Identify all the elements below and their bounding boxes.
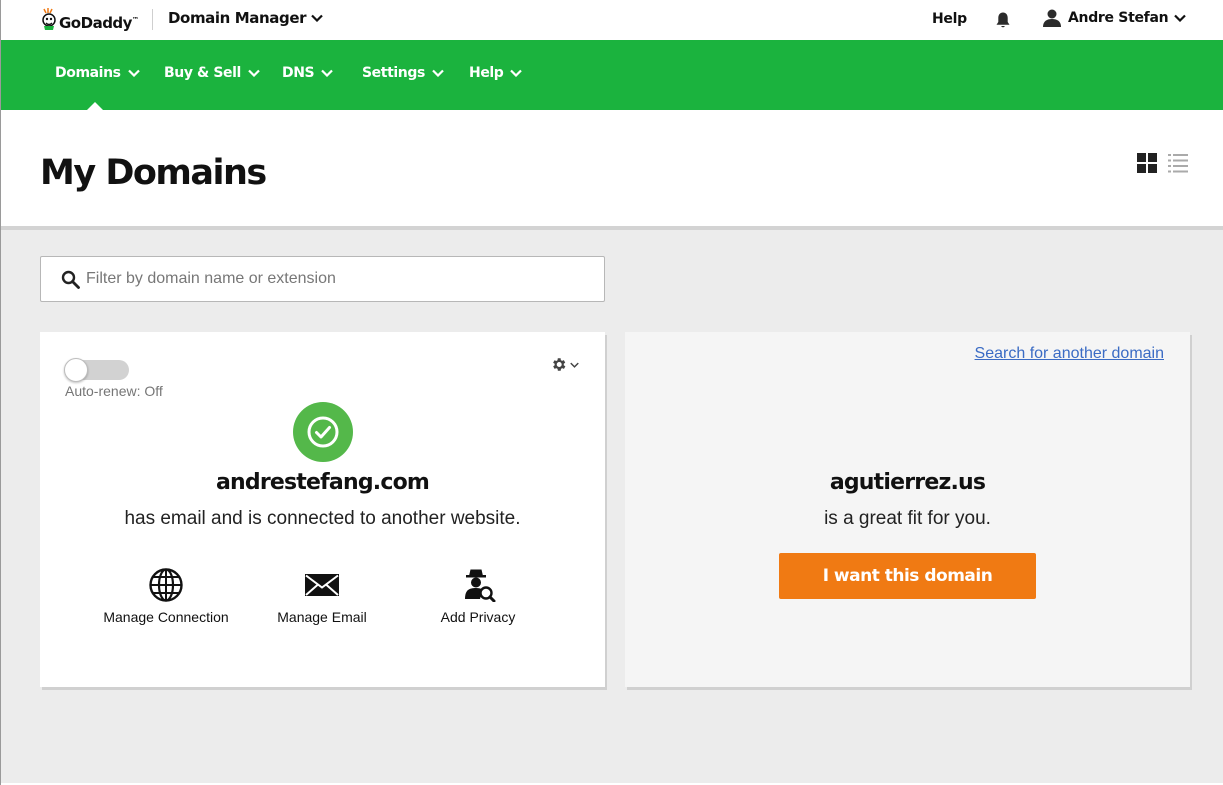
page-header: My Domains [0,110,1223,227]
main-nav: Domains Buy & Sell DNS Settings Help [0,40,1223,110]
auto-renew-label: Auto-renew: Off [65,383,163,399]
suggested-domain-tagline: is a great fit for you. [824,508,991,529]
envelope-icon [305,574,339,596]
nav-item-label: DNS [282,65,315,81]
nav-item-settings[interactable]: Settings [362,65,444,81]
nav-item-help[interactable]: Help [469,65,523,81]
search-another-domain-link[interactable]: Search for another domain [975,345,1164,363]
owned-domain-status: has email and is connected to another we… [124,508,521,529]
chevron-down-icon [1174,14,1187,22]
domain-filter [40,256,605,302]
chevron-down-icon [432,69,444,77]
top-bar: GoDaddy™ Domain Manager Help Andre Stefa… [0,0,1223,40]
suggested-domain-name: agutierrez.us [829,470,986,495]
chevron-down-icon [321,69,334,77]
list-view-icon[interactable] [1168,153,1188,173]
domain-card: Auto-renew: Off andrestefang.com has ema… [40,332,605,687]
godaddy-logo[interactable]: GoDaddy™ [41,4,139,34]
privacy-agent-icon [465,569,496,602]
manage-email-button[interactable]: Manage Email [244,568,400,625]
active-nav-indicator [87,102,103,110]
action-label: Add Privacy [440,609,516,625]
logo-wordmark: GoDaddy™ [59,14,139,32]
nav-item-label: Domains [55,65,121,81]
domains-content: Auto-renew: Off andrestefang.com has ema… [0,230,1223,783]
user-menu[interactable]: Andre Stefan [1042,9,1187,27]
action-label: Manage Email [277,609,367,625]
manage-connection-button[interactable]: Manage Connection [88,568,244,625]
toggle-knob [64,358,88,382]
i-want-this-domain-button[interactable]: I want this domain [779,553,1036,599]
nav-item-dns[interactable]: DNS [282,65,334,81]
auto-renew-toggle[interactable] [64,358,129,382]
grid-view-icon[interactable] [1137,153,1157,173]
nav-item-label: Buy & Sell [164,65,241,81]
bell-icon[interactable] [995,11,1011,29]
chevron-down-icon [127,69,140,77]
app-title: Domain Manager [168,9,307,27]
domain-settings-menu[interactable] [550,356,579,373]
check-circle-icon [307,416,339,448]
globe-icon [149,568,183,602]
user-icon [1043,9,1061,27]
connected-status-icon [293,402,353,462]
logo-divider [152,9,153,30]
owned-domain-name: andrestefang.com [215,470,430,495]
domain-manager-menu[interactable]: Domain Manager [168,9,323,27]
chevron-down-icon [248,69,260,77]
chevron-down-icon [311,14,323,22]
nav-item-label: Settings [362,65,425,81]
chevron-down-icon [570,362,579,368]
nav-item-buy-sell[interactable]: Buy & Sell [164,65,260,81]
nav-item-domains[interactable]: Domains [55,65,140,81]
action-label: Manage Connection [103,609,229,625]
domain-suggestion-card: Search for another domain agutierrez.us … [625,332,1190,687]
chevron-down-icon [510,69,523,77]
domain-filter-input[interactable] [86,265,586,293]
help-link[interactable]: Help [932,11,967,27]
page-title: My Domains [40,153,267,193]
window-left-border [0,0,1,785]
search-icon [61,270,80,289]
gear-icon [553,358,566,371]
add-privacy-button[interactable]: Add Privacy [400,568,556,625]
nav-item-label: Help [469,65,504,81]
godaddy-mascot-icon [42,8,56,30]
user-name: Andre Stefan [1068,10,1169,26]
